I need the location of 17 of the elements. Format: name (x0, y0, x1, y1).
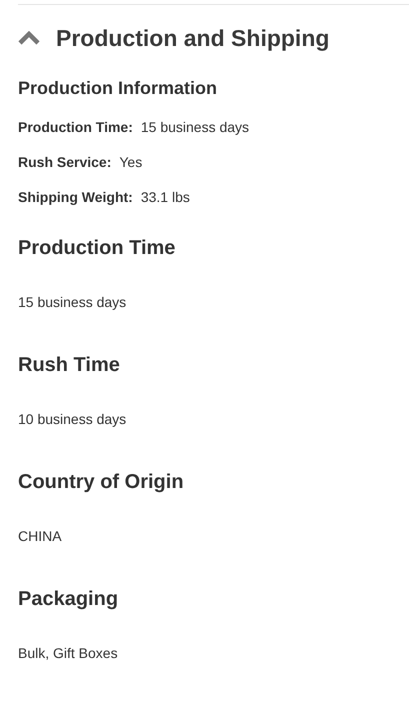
field-value: 33.1 lbs (140, 188, 190, 206)
detail-heading: Rush Time (18, 352, 120, 376)
subsection-heading: Production Information (18, 76, 217, 100)
section-toggle[interactable]: Production and Shipping (18, 21, 330, 56)
detail-value: CHINA (18, 526, 62, 544)
field-value: Yes (119, 152, 142, 170)
field-label: Production Time: (18, 118, 133, 136)
field-label: Rush Service: (18, 152, 112, 170)
detail-value: Bulk, Gift Boxes (18, 644, 118, 662)
chevron-up-icon (18, 31, 40, 46)
detail-value: 15 business days (18, 292, 126, 310)
detail-heading: Production Time (18, 236, 176, 260)
field-value: 15 business days (140, 118, 250, 136)
detail-value: 10 business days (18, 410, 126, 428)
field-label: Shipping Weight: (18, 188, 133, 206)
detail-heading: Packaging (18, 586, 118, 610)
detail-heading: Country of Origin (18, 470, 184, 494)
